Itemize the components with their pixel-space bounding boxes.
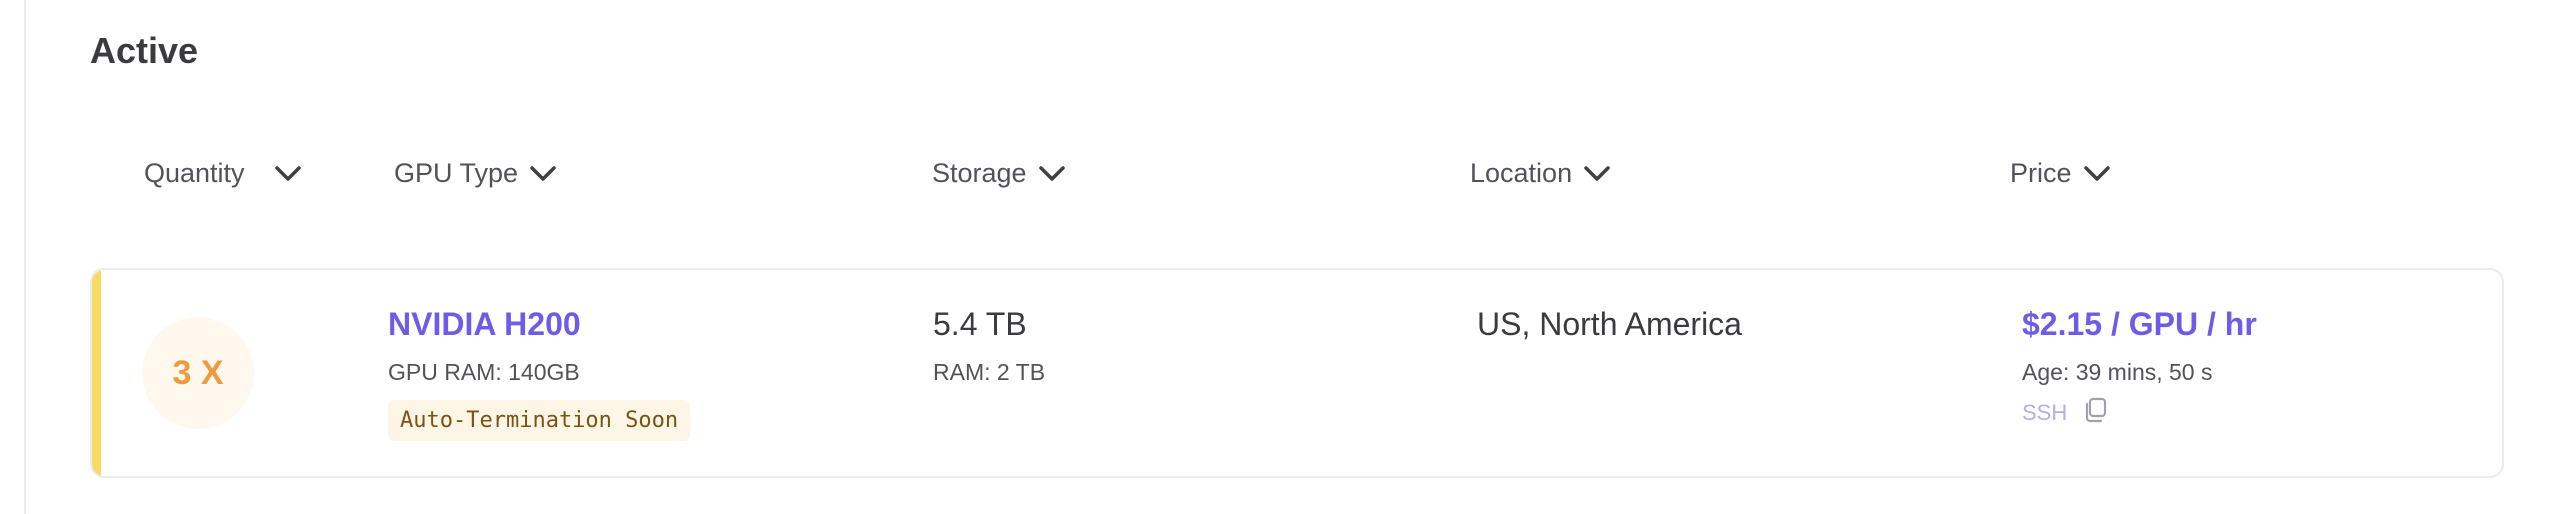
- storage-cell: 5.4 TB RAM: 2 TB: [933, 306, 1045, 386]
- column-header-label: Quantity: [144, 158, 245, 188]
- ssh-label: SSH: [2022, 400, 2068, 425]
- chevron-down-icon: [1582, 164, 1612, 184]
- column-header-location[interactable]: Location: [1470, 158, 1612, 189]
- column-header-storage[interactable]: Storage: [932, 158, 1067, 189]
- price-value: $2.15 / GPU / hr: [2022, 306, 2257, 342]
- column-header-label: Location: [1470, 158, 1573, 188]
- age-text: Age: 39 mins, 50 s: [2022, 359, 2213, 385]
- copy-icon: [2081, 396, 2109, 430]
- column-header-label: Storage: [932, 158, 1027, 188]
- gpu-type-cell: NVIDIA H200 GPU RAM: 140GB Auto-Terminat…: [388, 306, 691, 441]
- chevron-down-icon: [2082, 164, 2112, 184]
- storage-value: 5.4 TB: [933, 306, 1027, 342]
- price-cell: $2.15 / GPU / hr Age: 39 mins, 50 s SSH: [2022, 306, 2257, 430]
- ssh-copy-button[interactable]: SSH: [2022, 396, 2257, 430]
- left-divider: [24, 0, 26, 514]
- section-title: Active: [90, 30, 199, 71]
- column-header-gpu-type[interactable]: GPU Type: [394, 158, 558, 189]
- chevron-down-icon: [273, 164, 303, 184]
- gpu-ram-text: GPU RAM: 140GB: [388, 359, 580, 385]
- quantity-badge: 3 X: [142, 317, 254, 429]
- column-header-label: GPU Type: [394, 158, 519, 188]
- column-header-label: Price: [2010, 158, 2072, 188]
- auto-termination-badge: Auto-Termination Soon: [388, 400, 691, 441]
- chevron-down-icon: [1037, 164, 1067, 184]
- location-cell: US, North America: [1477, 306, 1742, 343]
- column-header-price[interactable]: Price: [2010, 158, 2112, 189]
- instance-row[interactable]: 3 X NVIDIA H200 GPU RAM: 140GB Auto-Term…: [90, 268, 2504, 478]
- column-header-quantity[interactable]: Quantity: [144, 158, 303, 189]
- ram-text: RAM: 2 TB: [933, 359, 1046, 385]
- row-status-accent: [92, 270, 101, 476]
- gpu-name-link[interactable]: NVIDIA H200: [388, 306, 690, 343]
- location-value: US, North America: [1477, 306, 1742, 342]
- chevron-down-icon: [528, 164, 558, 184]
